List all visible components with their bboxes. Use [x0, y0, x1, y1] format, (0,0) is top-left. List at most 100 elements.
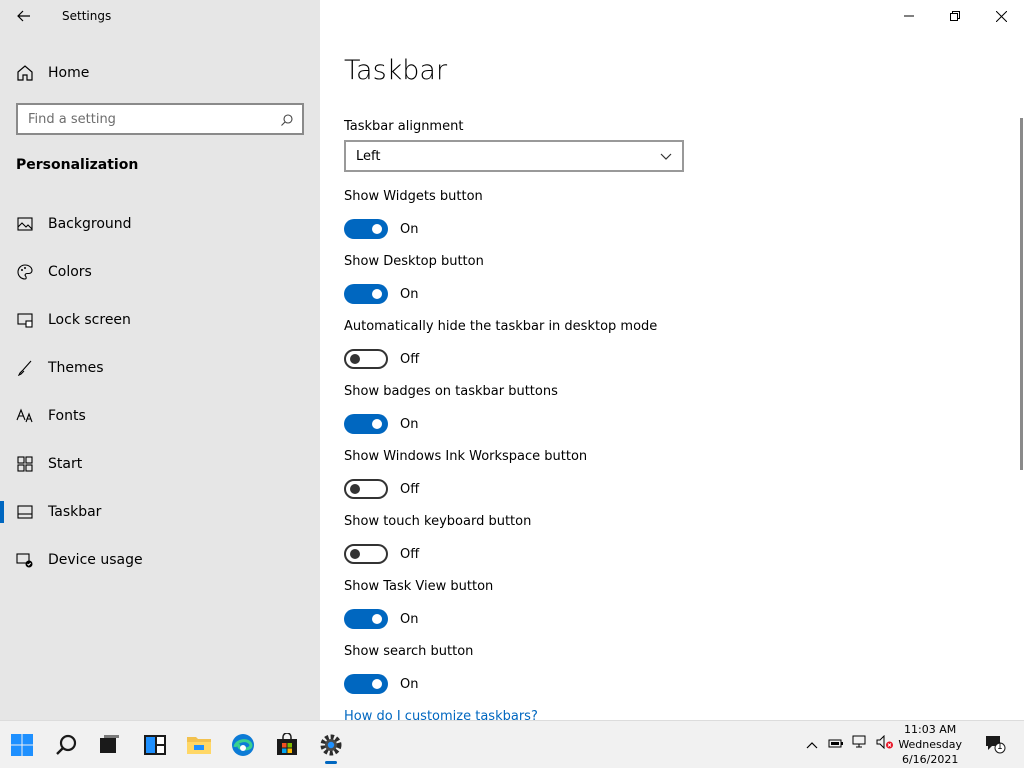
scrollbar[interactable]: [1020, 118, 1023, 470]
fonts-icon: [16, 407, 34, 425]
toggle-switch[interactable]: [344, 349, 388, 369]
minimize-button[interactable]: [886, 0, 932, 32]
setting-label: Show badges on taskbar buttons: [344, 384, 558, 399]
toggle-knob: [372, 224, 382, 234]
clock-day: Wednesday: [898, 738, 962, 751]
window-controls: [886, 0, 1024, 32]
brush-icon: [16, 359, 34, 377]
sidebar-item-label: Device usage: [48, 552, 143, 568]
setting-label: Show Desktop button: [344, 254, 484, 269]
toggle-state: On: [400, 221, 419, 237]
sidebar-item-home[interactable]: Home: [16, 60, 89, 86]
taskbar-store-button[interactable]: [269, 727, 305, 763]
toggle-state: On: [400, 676, 419, 692]
alignment-label: Taskbar alignment: [344, 119, 464, 134]
show-hidden-icons-button[interactable]: [806, 734, 818, 753]
taskbar-settings-button[interactable]: [313, 727, 349, 764]
toggle-knob: [350, 484, 360, 494]
toggle-state: On: [400, 416, 419, 432]
sidebar-item-background[interactable]: Background: [0, 200, 320, 248]
sidebar-item-taskbar[interactable]: Taskbar: [0, 488, 320, 536]
setting-desktop-button: Show Desktop button On: [344, 254, 844, 304]
clock-time: 11:03 AM: [904, 723, 957, 736]
dropdown-value: Left: [356, 148, 381, 164]
chevron-up-icon: [806, 742, 818, 749]
system-tray: [806, 734, 894, 753]
windows-logo-icon: [11, 734, 33, 756]
volume-muted-icon: [876, 734, 893, 750]
home-icon: [17, 65, 33, 81]
section-header: Personalization: [16, 157, 139, 173]
sidebar-item-fonts[interactable]: Fonts: [0, 392, 320, 440]
back-arrow-icon: [17, 10, 30, 22]
sidebar-item-themes[interactable]: Themes: [0, 344, 320, 392]
file-explorer-icon: [187, 737, 211, 754]
chevron-down-icon: [660, 150, 672, 165]
close-button[interactable]: [978, 0, 1024, 32]
main-content: Taskbar Taskbar alignment Left Show Widg…: [320, 0, 1024, 724]
widgets-icon: [144, 735, 166, 755]
device-usage-icon: [16, 551, 34, 569]
toggle-knob: [372, 614, 382, 624]
toggle-switch[interactable]: [344, 479, 388, 499]
store-icon: [277, 733, 297, 755]
sidebar-item-label: Lock screen: [48, 312, 131, 328]
taskbar: 11:03 AM Wednesday 6/16/2021 1: [0, 720, 1024, 768]
sidebar-item-device-usage[interactable]: Device usage: [0, 536, 320, 584]
clock-date: 6/16/2021: [901, 753, 959, 766]
network-icon: [852, 735, 866, 748]
search-input[interactable]: [28, 111, 268, 127]
network-button[interactable]: [852, 734, 868, 753]
sidebar-item-label: Start: [48, 456, 83, 472]
notification-center-button[interactable]: 1: [984, 733, 1006, 759]
toggle-switch[interactable]: [344, 609, 388, 629]
minimize-icon: [904, 15, 914, 17]
battery-icon: [828, 739, 843, 748]
taskbar-file-explorer-button[interactable]: [181, 727, 217, 763]
toggle-knob: [372, 679, 382, 689]
image-icon: [16, 215, 34, 233]
back-button[interactable]: [10, 3, 38, 29]
sidebar-item-start[interactable]: Start: [0, 440, 320, 488]
palette-icon: [16, 263, 34, 281]
setting-label: Show search button: [344, 644, 474, 659]
taskbar-search-button[interactable]: [49, 727, 85, 763]
toggle-state: Off: [400, 351, 420, 367]
edge-icon: [232, 734, 254, 756]
toggle-switch[interactable]: [344, 544, 388, 564]
sidebar-item-label: Themes: [48, 360, 104, 376]
toggle-state: On: [400, 286, 419, 302]
toggle-switch[interactable]: [344, 284, 388, 304]
taskbar-start-button[interactable]: [4, 727, 40, 763]
setting-task-view: Show Task View button On: [344, 579, 844, 629]
setting-ink-workspace: Show Windows Ink Workspace button Off: [344, 449, 844, 499]
setting-widgets-button: Show Widgets button On: [344, 189, 844, 239]
taskbar-edge-button[interactable]: [225, 727, 261, 763]
setting-auto-hide: Automatically hide the taskbar in deskto…: [344, 319, 844, 369]
sidebar-item-colors[interactable]: Colors: [0, 248, 320, 296]
restore-button[interactable]: [932, 0, 978, 32]
toggle-knob: [372, 419, 382, 429]
toggle-switch[interactable]: [344, 414, 388, 434]
setting-label: Show Widgets button: [344, 189, 483, 204]
app-title: Settings: [62, 9, 112, 23]
page-title: Taskbar: [344, 55, 448, 86]
clock[interactable]: 11:03 AM Wednesday 6/16/2021: [898, 722, 962, 767]
toggle-switch[interactable]: [344, 219, 388, 239]
toggle-knob: [350, 549, 360, 559]
lock-screen-icon: [16, 311, 34, 329]
search-box[interactable]: [16, 103, 304, 135]
toggle-switch[interactable]: [344, 674, 388, 694]
alignment-dropdown[interactable]: Left: [344, 140, 684, 172]
taskbar-task-view-button[interactable]: [91, 727, 127, 763]
setting-label: Show Windows Ink Workspace button: [344, 449, 588, 464]
sidebar-item-label: Fonts: [48, 408, 86, 424]
battery-button[interactable]: [828, 734, 844, 753]
search-icon: [280, 112, 294, 131]
setting-label: Show Task View button: [344, 579, 494, 594]
volume-button[interactable]: [876, 734, 894, 753]
setting-badges: Show badges on taskbar buttons On: [344, 384, 844, 434]
sidebar-item-label: Colors: [48, 264, 92, 280]
sidebar-item-lock-screen[interactable]: Lock screen: [0, 296, 320, 344]
taskbar-widgets-button[interactable]: [137, 727, 173, 763]
